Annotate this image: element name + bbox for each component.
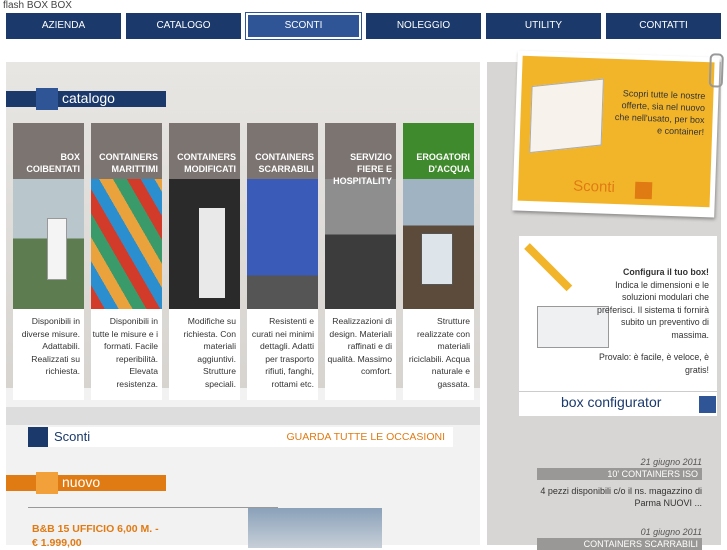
configurator-description: Indica le dimensioni e le soluzioni modu…: [597, 279, 709, 340]
nuovo-header: nuovo: [6, 472, 166, 494]
tile-containers-marittimi[interactable]: CONTAINERS MARITTIMI Disponibili in tutt…: [91, 123, 162, 400]
configurator-bar[interactable]: box configurator: [519, 391, 717, 415]
tile-title[interactable]: CONTAINERS MODIFICATI: [170, 151, 236, 175]
news-item[interactable]: 01 giugno 2011 CONTAINERS SCARRABILI: [537, 527, 702, 550]
nav-sconti[interactable]: SCONTI: [245, 12, 362, 40]
configurator-square: [699, 396, 716, 413]
tile-title[interactable]: BOX COIBENTATI: [14, 151, 80, 175]
product-divider: [28, 507, 278, 508]
promo-sconti-label[interactable]: Sconti: [573, 178, 615, 196]
container-illustration: [529, 78, 604, 154]
container-door: [199, 208, 225, 298]
sconti-row: Sconti GUARDA TUTTE LE OCCASIONI: [28, 427, 453, 447]
tile-title[interactable]: CONTAINERS MARITTIMI: [92, 151, 158, 175]
product-title[interactable]: B&B 15 UFFICIO 6,00 M. - € 1.999,00: [32, 522, 162, 550]
tile-containers-scarrabili[interactable]: CONTAINERS SCARRABILI Resistenti e curat…: [247, 123, 318, 400]
catalogo-header: catalogo: [6, 88, 166, 110]
tile-box-coibentati[interactable]: BOX COIBENTATI Disponibili in diverse mi…: [13, 123, 84, 400]
configurator-card[interactable]: Configura il tuo box! Indica le dimensio…: [519, 236, 717, 416]
tile-desc: Resistenti e curati nei minimi dettagli.…: [251, 316, 314, 389]
nuovo-square: [36, 472, 58, 494]
promo-sconti-panel[interactable]: Scopri tutte le nostre offerte, sia nel …: [517, 55, 715, 208]
configurator-label[interactable]: box configurator: [561, 394, 661, 410]
promo-sconti-card[interactable]: Scopri tutte le nostre offerte, sia nel …: [512, 50, 724, 218]
news-title[interactable]: 10' CONTAINERS ISO: [537, 468, 702, 480]
window-title: flash BOX BOX: [3, 0, 72, 11]
news-title[interactable]: CONTAINERS SCARRABILI: [537, 538, 702, 550]
horizontal-scrollbar[interactable]: [6, 407, 480, 425]
tile-erogatori-acqua[interactable]: EROGATORI D'ACQUA Strutture realizzate c…: [403, 123, 474, 400]
nav-noleggio[interactable]: NOLEGGIO: [366, 13, 481, 39]
tile-desc: Realizzazioni di design. Materiali raffi…: [327, 316, 392, 376]
tile-title[interactable]: EROGATORI D'ACQUA: [404, 151, 470, 175]
configurator-title: Configura il tuo box!: [622, 267, 709, 277]
main-content: catalogo BOX COIBENTATI Disponibili in d…: [6, 62, 480, 549]
pencil-icon: [524, 243, 573, 292]
product-image[interactable]: [248, 508, 382, 548]
main-nav: AZIENDA CATALOGO SCONTI NOLEGGIO UTILITY…: [6, 12, 721, 40]
news-body: 4 pezzi disponibili c/o il ns. magazzino…: [540, 486, 702, 508]
news-date: 01 giugno 2011: [640, 527, 702, 537]
tile-containers-modificati[interactable]: CONTAINERS MODIFICATI Modifiche su richi…: [169, 123, 240, 400]
paperclip-icon: [708, 53, 724, 88]
tile-title[interactable]: SERVIZIO FIERE E HOSPITALITY: [326, 151, 392, 187]
nav-utility[interactable]: UTILITY: [486, 13, 601, 39]
tile-desc: Disponibili in tutte le misure e i forma…: [92, 316, 158, 389]
nav-azienda[interactable]: AZIENDA: [6, 13, 121, 39]
tile-servizio-fiere[interactable]: SERVIZIO FIERE E HOSPITALITY Realizzazio…: [325, 123, 396, 400]
catalogo-square: [36, 88, 58, 110]
tile-desc: Strutture realizzate con materiali ricic…: [408, 316, 470, 389]
nav-contatti[interactable]: CONTATTI: [606, 13, 721, 39]
promo-sconti-square: [634, 181, 653, 200]
news-date: 21 giugno 2011: [640, 457, 702, 467]
tile-title[interactable]: CONTAINERS SCARRABILI: [248, 151, 314, 175]
tile-desc: Modifiche su richiesta. Con materiali ag…: [183, 316, 236, 389]
promo-sconti-text: Scopri tutte le nostre offerte, sia nel …: [614, 88, 706, 138]
right-sidebar: Scopri tutte le nostre offerte, sia nel …: [487, 50, 724, 550]
configurator-text: Configura il tuo box! Indica le dimensio…: [589, 266, 709, 376]
water-dispenser: [421, 233, 453, 285]
box-door: [47, 218, 67, 280]
configurator-cta: Provalo: è facile, è veloce, è gratis!: [598, 352, 709, 375]
nav-catalogo[interactable]: CATALOGO: [126, 13, 241, 39]
news-item[interactable]: 21 giugno 2011 10' CONTAINERS ISO 4 pezz…: [537, 457, 702, 509]
sconti-all-link[interactable]: GUARDA TUTTE LE OCCASIONI: [287, 431, 446, 443]
sconti-square: [28, 427, 48, 447]
nuovo-heading: nuovo: [62, 474, 101, 490]
tile-desc: Disponibili in diverse misure. Adattabil…: [21, 316, 80, 376]
sconti-heading: Sconti: [54, 429, 91, 444]
catalogo-heading: catalogo: [62, 90, 115, 106]
